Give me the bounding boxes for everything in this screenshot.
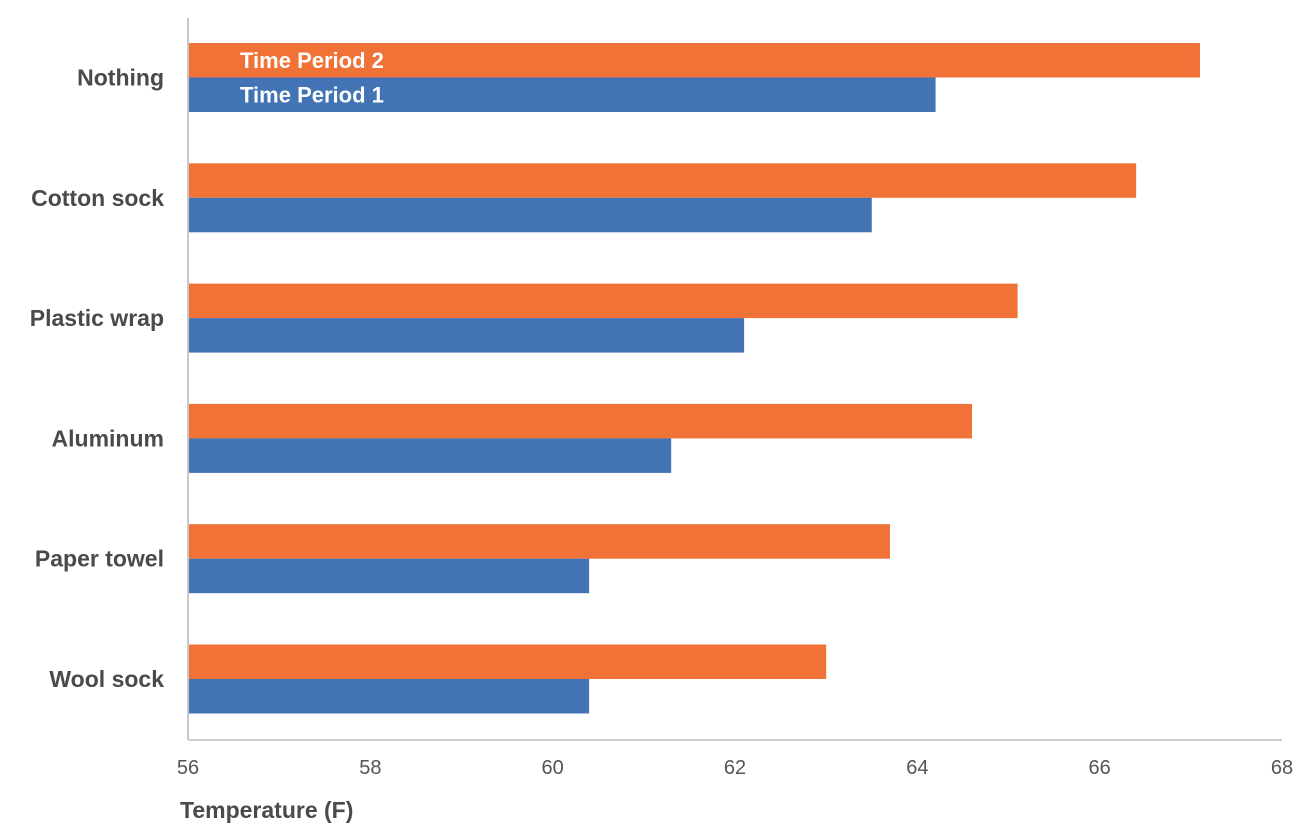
category-label: Plastic wrap xyxy=(30,305,164,331)
category-label: Paper towel xyxy=(35,546,164,572)
x-tick-label: 68 xyxy=(1271,757,1293,779)
x-tick-label: 60 xyxy=(542,757,564,779)
bars-group xyxy=(188,43,1200,714)
category-label: Cotton sock xyxy=(31,185,164,211)
bar-paper-towel-time-period-1 xyxy=(188,558,590,594)
legend-entry: Time Period 2 xyxy=(240,48,384,73)
bar-aluminum-time-period-1 xyxy=(188,438,672,473)
bar-plastic-wrap-time-period-1 xyxy=(188,318,745,353)
x-tick-label: 58 xyxy=(359,757,381,779)
category-label: Nothing xyxy=(77,65,164,91)
category-label: Wool sock xyxy=(49,666,164,692)
bar-cotton-sock-time-period-2 xyxy=(188,163,1137,198)
bar-plastic-wrap-time-period-2 xyxy=(188,283,1018,319)
x-axis-title: Temperature (F) xyxy=(180,797,353,823)
bar-wool-sock-time-period-1 xyxy=(188,679,590,714)
bar-aluminum-time-period-2 xyxy=(188,403,973,439)
category-label: Aluminum xyxy=(52,425,164,451)
x-tick-label: 62 xyxy=(724,757,746,779)
bar-cotton-sock-time-period-1 xyxy=(188,197,872,233)
x-tick-labels: 56 58 60 62 64 66 68 xyxy=(177,757,1293,779)
x-tick-label: 64 xyxy=(906,757,928,779)
x-tick-label: 56 xyxy=(177,757,199,779)
bar-wool-sock-time-period-2 xyxy=(188,644,827,679)
bar-chart: Nothing Cotton sock Plastic wrap Aluminum Pa… xyxy=(30,18,1293,823)
category-labels: Nothing Cotton sock Plastic wrap Aluminum Pa… xyxy=(30,65,164,693)
legend-entry: Time Period 1 xyxy=(240,83,384,108)
bar-paper-towel-time-period-2 xyxy=(188,524,890,559)
x-tick-label: 66 xyxy=(1089,757,1111,779)
